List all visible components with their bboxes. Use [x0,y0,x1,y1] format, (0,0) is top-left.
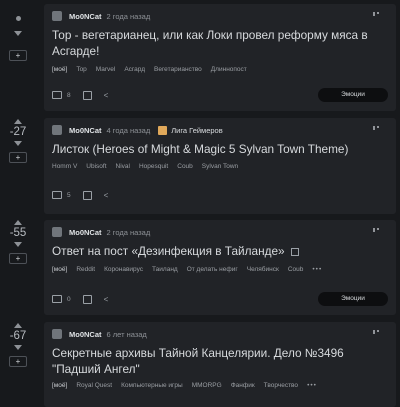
post-card: Mo0NCat 4 года назад Лига Геймеров Листо… [44,118,396,214]
save-icon[interactable] [82,90,92,100]
comments-count[interactable]: 5 [67,192,71,199]
post-1: + Mo0NCat 2 года назад Тор - вегетариане… [0,0,400,113]
more-icon[interactable] [373,126,382,130]
post-time: 4 года назад [106,125,151,135]
comments-icon[interactable] [52,91,62,99]
comments-count[interactable]: 8 [67,92,71,99]
post-card: Mo0NCat 2 года назад Ответ на пост «Дези… [44,220,396,315]
add-to-feed-button[interactable]: + [9,50,27,61]
tag-list: [моё] Royal Quest Компьютерные игры MMOR… [52,380,326,390]
downvote-button[interactable] [14,31,22,36]
upvote-button[interactable] [14,323,22,328]
post-title[interactable]: Секретные архивы Тайной Канцелярии. Дело… [52,346,372,377]
post-4: -67 + Mo0NCat 6 лет назад Секретные архи… [0,319,400,407]
emoji-button[interactable]: Эмоции [318,88,388,102]
tag[interactable]: Фанфик [231,382,255,389]
post-time: 2 года назад [106,227,151,237]
post-3: -55 + Mo0NCat 2 года назад Ответ на пост… [0,217,400,317]
tag[interactable]: Top [76,66,86,73]
tag-list: [моё] Top Marvel Асгард Вегетарианство Д… [52,64,256,74]
more-tags-icon[interactable]: ••• [307,382,317,389]
tag[interactable]: Royal Quest [76,382,112,389]
tag-list: Homm V Ubisoft Nival Hopesquit Coub Sylv… [52,161,247,171]
comments-icon[interactable] [52,191,62,199]
post-title-text[interactable]: Ответ на пост «Дезинфекция в Тайланде» [52,244,285,258]
add-to-feed-button[interactable]: + [9,356,27,367]
share-icon[interactable]: < [104,191,111,199]
tag[interactable]: Челябинск [247,266,279,273]
upvote-button[interactable] [15,16,21,21]
post-title[interactable]: Ответ на пост «Дезинфекция в Тайланде» [52,244,372,260]
emoji-button[interactable]: Эмоции [318,292,388,306]
post-time: 6 лет назад [106,329,147,339]
downvote-button[interactable] [14,345,22,350]
post-title[interactable]: Листок (Heroes of Might & Magic 5 Sylvan… [52,142,372,158]
more-tags-icon[interactable]: ••• [312,266,322,273]
save-icon[interactable] [82,190,92,200]
tag[interactable]: Длиннопост [211,66,247,73]
tag[interactable]: Коронавирус [104,266,143,273]
post-footer: 5 < [52,188,388,202]
vote-column: -67 + [0,319,36,404]
community-link[interactable]: Лига Геймеров [171,126,223,135]
external-link-icon[interactable] [290,247,299,256]
downvote-button[interactable] [14,141,22,146]
rating: -27 [9,126,27,138]
author-link[interactable]: Mo0NCat [69,126,102,135]
more-icon[interactable] [373,228,382,232]
save-icon[interactable] [82,294,92,304]
tag[interactable]: Reddit [76,266,95,273]
more-icon[interactable] [373,12,382,16]
tag[interactable]: [моё] [52,382,67,389]
upvote-button[interactable] [14,220,22,225]
author-link[interactable]: Mo0NCat [69,228,102,237]
post-card: Mo0NCat 2 года назад Тор - вегетарианец,… [44,4,396,111]
avatar[interactable] [52,11,62,21]
post-footer: 8 < Эмоции [52,88,388,102]
post-title[interactable]: Тор - вегетарианец, или как Локи провел … [52,28,372,59]
tag[interactable]: [моё] [52,266,67,273]
tag[interactable]: Coub [177,163,193,170]
avatar[interactable] [52,125,62,135]
tag[interactable]: Marvel [96,66,116,73]
add-to-feed-button[interactable]: + [9,152,27,163]
tag[interactable]: Вегетарианство [154,66,202,73]
tag[interactable]: Компьютерные игры [121,382,183,389]
comments-icon[interactable] [52,295,62,303]
tag[interactable]: Sylvan Town [202,163,238,170]
post-time: 2 года назад [106,11,151,21]
add-to-feed-button[interactable]: + [9,253,27,264]
tag-list: [моё] Reddit Коронавирус Таиланд От дела… [52,264,331,274]
share-icon[interactable]: < [104,91,111,99]
more-icon[interactable] [373,330,382,334]
share-icon[interactable]: < [104,295,111,303]
avatar[interactable] [52,329,62,339]
rating: -55 [9,227,27,239]
tag[interactable]: [моё] [52,66,67,73]
post-card: Mo0NCat 6 лет назад Секретные архивы Тай… [44,322,396,407]
upvote-button[interactable] [14,119,22,124]
tag[interactable]: Hopesquit [139,163,168,170]
tag[interactable]: Coub [288,266,304,273]
tag[interactable]: MMORPG [192,382,222,389]
tag[interactable]: Таиланд [152,266,178,273]
author-link[interactable]: Mo0NCat [69,12,102,21]
post-footer: 0 < Эмоции [52,292,388,306]
post-2: -27 + Mo0NCat 4 года назад Лига Геймеров… [0,115,400,215]
tag[interactable]: Ubisoft [86,163,106,170]
tag[interactable]: От делать нефиг [187,266,238,273]
tag[interactable]: Nival [116,163,130,170]
vote-column: -27 + [0,115,36,215]
tag[interactable]: Творчество [264,382,298,389]
tag[interactable]: Homm V [52,163,77,170]
downvote-button[interactable] [14,242,22,247]
author-link[interactable]: Mo0NCat [69,330,102,339]
tag[interactable]: Асгард [124,66,145,73]
rating: -67 [9,330,27,342]
avatar[interactable] [52,227,62,237]
community-icon [158,125,168,135]
vote-column: + [0,0,36,113]
comments-count[interactable]: 0 [67,296,71,303]
vote-column: -55 + [0,217,36,317]
